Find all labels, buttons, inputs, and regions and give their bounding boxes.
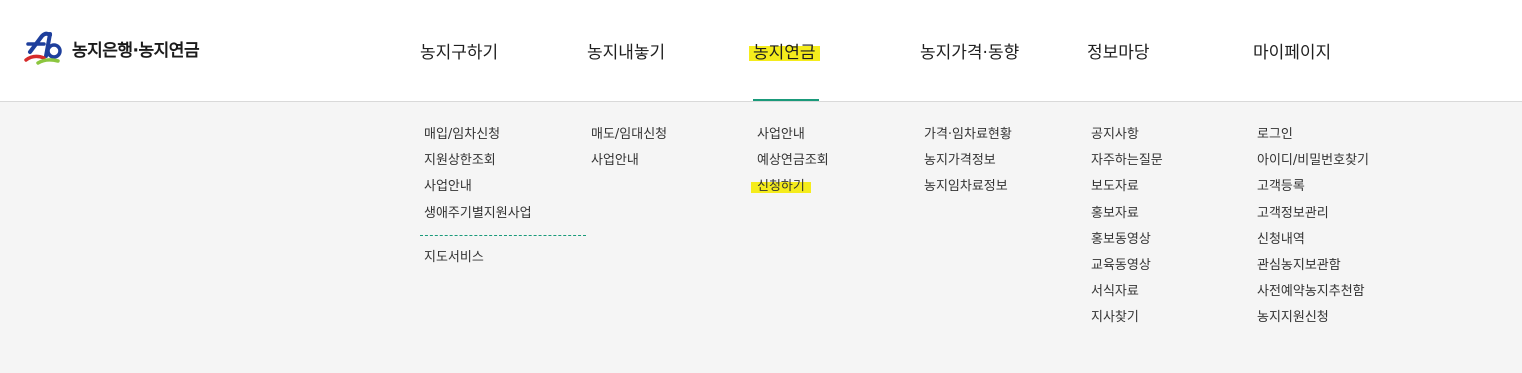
nav-item-farmland-pension[interactable]: 농지연금 bbox=[749, 38, 820, 63]
submenu-col-farmland-search-extra: 지도서비스 bbox=[424, 249, 484, 275]
submenu-item[interactable]: 공지사항 bbox=[1091, 126, 1163, 152]
submenu-col-farmland-sell: 매도/임대신청 사업안내 bbox=[591, 126, 667, 178]
submenu-item[interactable]: 신청내역 bbox=[1257, 231, 1369, 257]
submenu-item-label: 신청하기 bbox=[751, 179, 811, 195]
nav-item-price-trends[interactable]: 농지가격·동향 bbox=[920, 38, 1019, 63]
submenu-item[interactable]: 농지임차료정보 bbox=[924, 178, 1012, 204]
nav-item-info[interactable]: 정보마당 bbox=[1087, 38, 1150, 63]
submenu-item[interactable]: 농지가격정보 bbox=[924, 152, 1012, 178]
submenu-item[interactable]: 예상연금조회 bbox=[757, 152, 829, 178]
submenu-item[interactable]: 고객등록 bbox=[1257, 178, 1369, 204]
submenu-col-farmland-pension: 사업안내 예상연금조회 신청하기 bbox=[751, 126, 829, 205]
submenu-item[interactable]: 보도자료 bbox=[1091, 178, 1163, 204]
active-nav-indicator bbox=[753, 99, 819, 101]
submenu-divider bbox=[420, 235, 586, 236]
submenu-item[interactable]: 홍보자료 bbox=[1091, 205, 1163, 231]
top-header: 농지은행·농지연금 농지구하기 농지내놓기 농지연금 농지가격·동향 정보마당 … bbox=[0, 0, 1522, 102]
submenu-item[interactable]: 관심농지보관함 bbox=[1257, 257, 1369, 283]
submenu-item[interactable]: 매도/임대신청 bbox=[591, 126, 667, 152]
submenu-item[interactable]: 농지지원신청 bbox=[1257, 309, 1369, 335]
submenu-item[interactable]: 아이디/비밀번호찾기 bbox=[1257, 152, 1369, 178]
submenu-item-map-service[interactable]: 지도서비스 bbox=[424, 249, 484, 275]
submenu-item[interactable]: 교육동영상 bbox=[1091, 257, 1163, 283]
submenu-item[interactable]: 사전예약농지추천함 bbox=[1257, 283, 1369, 309]
submenu-col-info: 공지사항 자주하는질문 보도자료 홍보자료 홍보동영상 교육동영상 서식자료 지… bbox=[1091, 126, 1163, 336]
submenu-item[interactable]: 홍보동영상 bbox=[1091, 231, 1163, 257]
submenu-item[interactable]: 자주하는질문 bbox=[1091, 152, 1163, 178]
submenu-item-apply[interactable]: 신청하기 bbox=[751, 178, 829, 204]
submenu-item[interactable]: 고객정보관리 bbox=[1257, 205, 1369, 231]
nav-item-farmland-search[interactable]: 농지구하기 bbox=[420, 38, 498, 63]
logo-text: 농지은행·농지연금 bbox=[72, 40, 200, 61]
submenu-col-price-trends: 가격·임차료현황 농지가격정보 농지임차료정보 bbox=[924, 126, 1012, 205]
submenu-item[interactable]: 서식자료 bbox=[1091, 283, 1163, 309]
submenu-item[interactable]: 매입/임차신청 bbox=[424, 126, 532, 152]
submenu-item[interactable]: 사업안내 bbox=[757, 126, 829, 152]
logo[interactable]: 농지은행·농지연금 bbox=[24, 30, 200, 66]
submenu-item[interactable]: 사업안내 bbox=[591, 152, 667, 178]
submenu-item[interactable]: 사업안내 bbox=[424, 178, 532, 204]
nav-item-label: 농지연금 bbox=[749, 43, 820, 63]
nav-item-farmland-sell[interactable]: 농지내놓기 bbox=[587, 38, 665, 63]
submenu-col-farmland-search: 매입/임차신청 지원상한조회 사업안내 생애주기별지원사업 bbox=[424, 126, 532, 231]
submenu-col-mypage: 로그인 아이디/비밀번호찾기 고객등록 고객정보관리 신청내역 관심농지보관함 … bbox=[1257, 126, 1369, 336]
submenu-item[interactable]: 로그인 bbox=[1257, 126, 1369, 152]
submenu-item[interactable]: 생애주기별지원사업 bbox=[424, 205, 532, 231]
fb-logo-icon bbox=[24, 31, 62, 65]
nav-item-mypage[interactable]: 마이페이지 bbox=[1253, 38, 1331, 63]
submenu-item[interactable]: 지사찾기 bbox=[1091, 309, 1163, 335]
submenu-item[interactable]: 지원상한조회 bbox=[424, 152, 532, 178]
submenu-item[interactable]: 가격·임차료현황 bbox=[924, 126, 1012, 152]
